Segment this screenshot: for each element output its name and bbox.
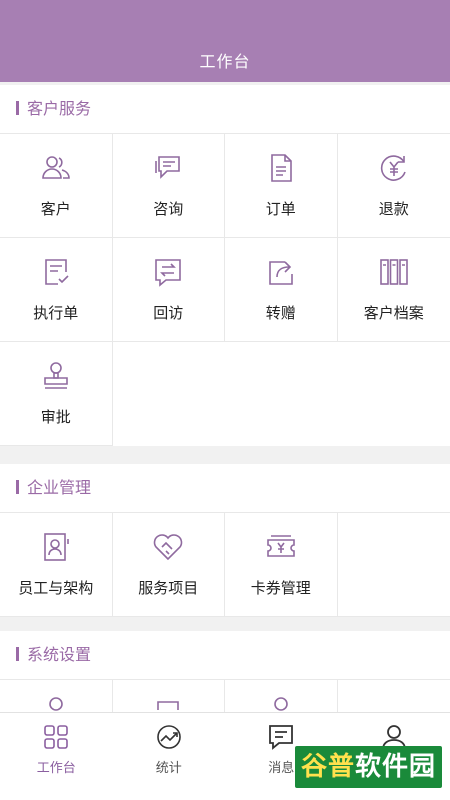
grid-item-refund[interactable]: 退款 xyxy=(337,134,450,238)
grid-item-execution[interactable]: 执行单 xyxy=(0,238,113,342)
grid-item-customer[interactable]: 客户 xyxy=(0,134,113,238)
trend-chart-icon xyxy=(155,723,183,751)
tab-label: 统计 xyxy=(155,761,182,776)
grid-item-staff[interactable]: 员工与架构 xyxy=(0,513,113,617)
tab-label: 工作台 xyxy=(36,761,76,776)
exchange-chat-icon xyxy=(152,256,184,288)
section-marker xyxy=(16,479,19,494)
grid-empty-space xyxy=(337,513,450,617)
grid-item-label: 客户档案 xyxy=(363,304,424,322)
share-icon xyxy=(265,256,297,288)
app-header: 工作台 xyxy=(0,0,450,82)
grid-apps-icon xyxy=(42,723,70,751)
section-title: 客户服务 xyxy=(0,85,450,134)
message-icon xyxy=(267,723,295,751)
heart-handshake-icon xyxy=(152,531,184,563)
page-title: 工作台 xyxy=(199,52,251,71)
section-system: 系统设置 xyxy=(0,631,450,784)
contact-book-icon xyxy=(40,531,72,563)
document-icon xyxy=(265,152,297,184)
grid-item-approval[interactable]: 审批 xyxy=(0,342,113,446)
customers-icon xyxy=(40,152,72,184)
grid-item-label: 转赠 xyxy=(265,304,296,322)
grid-item-transfer[interactable]: 转赠 xyxy=(225,238,338,342)
section-marker xyxy=(16,100,19,115)
refund-yuan-icon xyxy=(378,152,410,184)
grid-item-label: 卡券管理 xyxy=(250,579,311,597)
chat-icon xyxy=(152,152,184,184)
grid-item-label: 咨询 xyxy=(153,200,184,218)
archive-binders-icon xyxy=(378,256,410,288)
section-enterprise: 企业管理 员工与架构 服务项目 卡券管理 xyxy=(0,464,450,617)
tab-statistics[interactable]: 统计 xyxy=(113,713,226,800)
grid-item-services[interactable]: 服务项目 xyxy=(112,513,225,617)
grid-item-label: 客户 xyxy=(40,200,71,218)
grid-item-archive[interactable]: 客户档案 xyxy=(337,238,450,342)
grid-item-label: 员工与架构 xyxy=(18,579,94,597)
stamp-icon xyxy=(40,360,72,392)
grid-item-revisit[interactable]: 回访 xyxy=(112,238,225,342)
grid-item-label: 订单 xyxy=(265,200,296,218)
grid-empty-space xyxy=(112,342,450,446)
grid-item-label: 回访 xyxy=(153,304,184,322)
grid-item-label: 服务项目 xyxy=(138,579,199,597)
enterprise-grid: 员工与架构 服务项目 卡券管理 xyxy=(0,513,450,617)
watermark-logo: 谷普软件园 xyxy=(294,746,442,788)
grid-item-coupons[interactable]: 卡券管理 xyxy=(225,513,338,617)
grid-item-order[interactable]: 订单 xyxy=(225,134,338,238)
customer-service-grid: 客户 咨询 订单 退款 执行单 回访 转赠 客户档案 审批 xyxy=(0,134,450,446)
section-customer-service: 客户服务 客户 咨询 订单 退款 执行单 回访 转赠 客户档案 审批 xyxy=(0,85,450,446)
grid-item-label: 退款 xyxy=(378,200,409,218)
section-title: 系统设置 xyxy=(0,631,450,680)
tab-workbench[interactable]: 工作台 xyxy=(0,713,113,800)
grid-item-consult[interactable]: 咨询 xyxy=(112,134,225,238)
section-title: 企业管理 xyxy=(0,464,450,513)
coupon-icon xyxy=(265,531,297,563)
section-marker xyxy=(16,646,19,661)
grid-item-label: 审批 xyxy=(40,408,71,426)
grid-item-label: 执行单 xyxy=(33,304,79,322)
checklist-icon xyxy=(40,256,72,288)
